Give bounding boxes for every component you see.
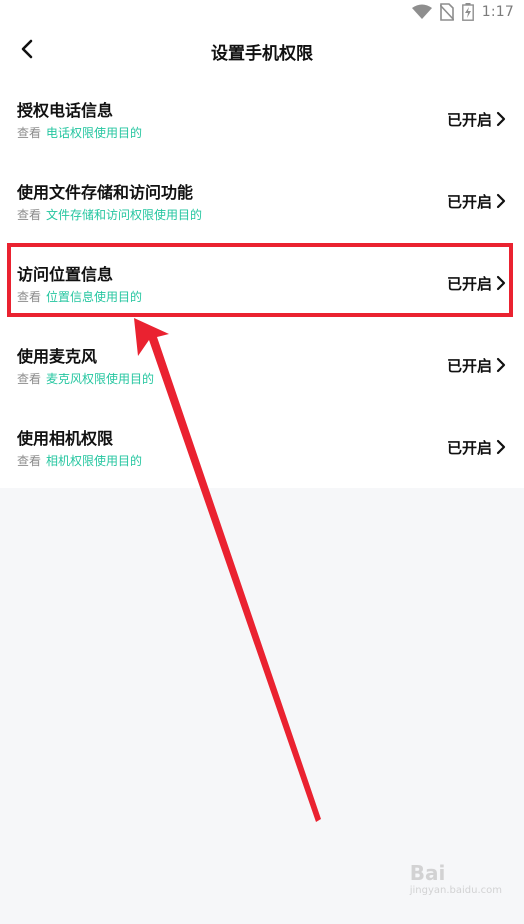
view-prefix: 查看 [17, 454, 42, 468]
permission-status[interactable]: 已开启 [447, 108, 506, 130]
wifi-icon [411, 4, 432, 20]
no-sim-icon [439, 3, 454, 21]
header: 设置手机权限 [0, 24, 524, 78]
screen: 1:17 设置手机权限 授权电话信息 查看 电话权限使用目的 已开启 使用文件存… [0, 0, 524, 924]
permission-status[interactable]: 已开启 [447, 354, 506, 376]
permission-title: 使用文件存储和访问功能 [17, 183, 194, 202]
permission-title: 使用相机权限 [17, 429, 114, 448]
status-label: 已开启 [446, 438, 492, 457]
status-label: 已开启 [446, 110, 492, 129]
permission-row-microphone[interactable]: 使用麦克风 查看 麦克风权限使用目的 已开启 [0, 324, 524, 406]
purpose-link[interactable]: 电话权限使用目的 [46, 126, 142, 140]
status-icons: 1:17 [411, 2, 514, 22]
watermark: Bai jingyan.baidu.com [410, 861, 502, 896]
purpose-link[interactable]: 文件存储和访问权限使用目的 [46, 208, 202, 222]
watermark-text: Bai [409, 861, 446, 885]
status-label: 已开启 [446, 192, 492, 211]
view-prefix: 查看 [17, 290, 42, 304]
permission-row-phone[interactable]: 授权电话信息 查看 电话权限使用目的 已开启 [0, 78, 524, 160]
permission-title: 使用麦克风 [17, 347, 98, 366]
permission-status[interactable]: 已开启 [447, 436, 506, 458]
permission-subtitle: 查看 位置信息使用目的 [17, 288, 142, 305]
status-bar: 1:17 [0, 0, 524, 24]
permission-subtitle: 查看 电话权限使用目的 [17, 124, 142, 141]
chevron-right-icon [496, 439, 506, 455]
status-label: 已开启 [446, 274, 492, 293]
permission-subtitle: 查看 相机权限使用目的 [17, 452, 142, 469]
chevron-right-icon [496, 275, 506, 291]
status-time: 1:17 [481, 4, 514, 20]
watermark-url: jingyan.baidu.com [409, 885, 502, 896]
permission-status[interactable]: 已开启 [447, 190, 506, 212]
purpose-link[interactable]: 相机权限使用目的 [46, 454, 142, 468]
permission-title: 访问位置信息 [17, 265, 114, 284]
permission-subtitle: 查看 麦克风权限使用目的 [17, 370, 154, 387]
chevron-right-icon [496, 111, 506, 127]
permission-list: 授权电话信息 查看 电话权限使用目的 已开启 使用文件存储和访问功能 查看 文件存储… [0, 78, 524, 488]
permission-title: 授权电话信息 [17, 101, 114, 120]
purpose-link[interactable]: 位置信息使用目的 [46, 290, 142, 304]
view-prefix: 查看 [17, 208, 42, 222]
battery-charging-icon [461, 3, 474, 21]
page-title: 设置手机权限 [211, 44, 313, 64]
chevron-right-icon [496, 193, 506, 209]
purpose-link[interactable]: 麦克风权限使用目的 [46, 372, 154, 386]
permission-row-location[interactable]: 访问位置信息 查看 位置信息使用目的 已开启 [0, 242, 524, 324]
permission-status[interactable]: 已开启 [447, 272, 506, 294]
chevron-right-icon [496, 357, 506, 373]
view-prefix: 查看 [17, 126, 42, 140]
permission-row-camera[interactable]: 使用相机权限 查看 相机权限使用目的 已开启 [0, 406, 524, 488]
permission-subtitle: 查看 文件存储和访问权限使用目的 [17, 206, 202, 223]
permission-row-storage[interactable]: 使用文件存储和访问功能 查看 文件存储和访问权限使用目的 已开启 [0, 160, 524, 242]
status-label: 已开启 [446, 356, 492, 375]
view-prefix: 查看 [17, 372, 42, 386]
